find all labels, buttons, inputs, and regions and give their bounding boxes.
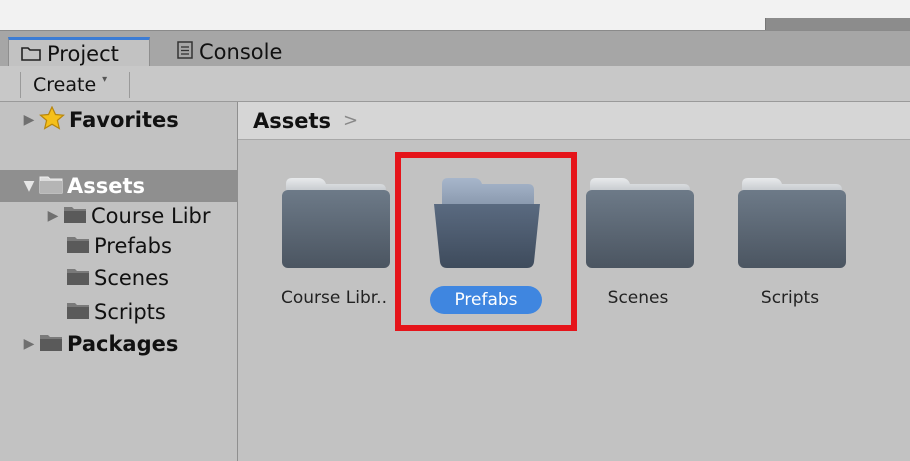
- tree-item-prefabs[interactable]: Prefabs: [0, 230, 237, 262]
- tab-console-label: Console: [199, 40, 283, 64]
- tree-item-label: Scenes: [94, 266, 169, 290]
- tree-item-label: Course Libr: [91, 204, 211, 228]
- folder-icon: [66, 300, 94, 325]
- folder-icon: [39, 332, 67, 357]
- toolbar: Create ▾: [0, 66, 910, 102]
- tab-console[interactable]: Console: [173, 37, 337, 67]
- folder-icon: [21, 42, 47, 66]
- tree-item-label: Favorites: [69, 108, 179, 132]
- folder-label: Course Libr..: [281, 288, 387, 308]
- expand-arrow-icon[interactable]: ▶: [46, 208, 60, 224]
- expand-arrow-icon[interactable]: ▶: [22, 112, 36, 128]
- project-tree: ▶ Favorites ▼ Assets ▶ Course Libr Prefa…: [0, 102, 238, 461]
- breadcrumb-assets[interactable]: Assets: [253, 109, 331, 133]
- window-edge-bar: [765, 18, 910, 30]
- folder-label: Scenes: [607, 288, 669, 308]
- console-icon: [177, 40, 199, 64]
- tree-item-label: Assets: [67, 174, 146, 198]
- create-button[interactable]: Create ▾: [20, 72, 130, 98]
- dropdown-caret-icon: ▾: [102, 73, 108, 85]
- tab-project-label: Project: [47, 41, 119, 66]
- tree-item-label: Packages: [67, 332, 179, 356]
- expand-arrow-icon[interactable]: ▶: [22, 336, 36, 352]
- folder-icon: [66, 266, 94, 291]
- chevron-right-icon: >: [343, 110, 359, 131]
- breadcrumb: Assets >: [238, 102, 910, 140]
- folder-scripts[interactable]: Scripts: [720, 176, 860, 326]
- tab-bar: Project Console: [0, 30, 910, 67]
- tree-item-scripts[interactable]: Scripts: [0, 296, 237, 328]
- tree-item-scenes[interactable]: Scenes: [0, 262, 237, 294]
- tree-item-assets[interactable]: ▼ Assets: [0, 170, 237, 202]
- tab-project[interactable]: Project: [8, 37, 150, 67]
- folder-icon: [63, 204, 91, 229]
- tree-item-label: Scripts: [94, 300, 166, 324]
- folder-icon: [66, 234, 94, 259]
- folder-label: Scripts: [760, 288, 820, 308]
- highlight-annotation-box: [395, 152, 577, 331]
- tree-item-label: Prefabs: [94, 234, 172, 258]
- tree-item-course-library[interactable]: ▶ Course Libr: [0, 200, 237, 232]
- tree-item-packages[interactable]: ▶ Packages: [0, 328, 237, 360]
- folder-course-library[interactable]: Course Libr..: [264, 176, 404, 326]
- folder-icon: [738, 178, 846, 268]
- collapse-arrow-icon[interactable]: ▼: [22, 178, 36, 194]
- folder-icon: [282, 178, 390, 268]
- star-icon: [39, 105, 69, 135]
- folder-icon: [586, 178, 694, 268]
- folder-icon: [39, 174, 67, 199]
- create-button-label: Create: [33, 74, 97, 96]
- tree-item-favorites[interactable]: ▶ Favorites: [0, 104, 237, 136]
- folder-scenes[interactable]: Scenes: [568, 176, 708, 326]
